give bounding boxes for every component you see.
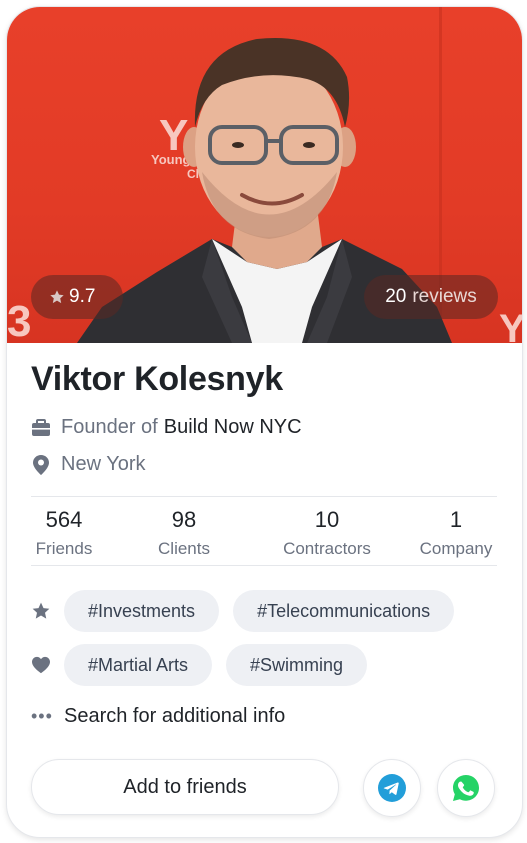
- star-icon: [50, 290, 64, 304]
- professional-interests-row: #Investments #Telecommunications: [31, 590, 468, 632]
- stat-label: Contractors: [283, 539, 371, 558]
- stat-label: Friends: [35, 539, 93, 558]
- interest-tag[interactable]: #Martial Arts: [64, 644, 213, 686]
- reviews-badge[interactable]: 20 reviews: [364, 275, 498, 319]
- search-more-info[interactable]: ••• Search for additional info: [31, 705, 285, 728]
- location-pin-icon: [31, 454, 51, 475]
- briefcase-icon: [31, 418, 51, 438]
- rating-badge: 9.7: [31, 275, 123, 319]
- heart-icon: [31, 655, 51, 675]
- location-text: New York: [61, 453, 146, 475]
- profile-card: Y Young Cl 3 Y: [6, 6, 523, 838]
- stat-label: Company: [419, 539, 493, 558]
- telegram-icon: [378, 774, 406, 802]
- telegram-button[interactable]: [363, 759, 421, 817]
- personal-interests-row: #Martial Arts #Swimming: [31, 644, 381, 686]
- profile-photo: Y Young Cl 3 Y: [7, 7, 522, 343]
- job-prefix: Founder of: [61, 416, 158, 438]
- stat-value: 98: [171, 507, 197, 532]
- interest-tag[interactable]: #Swimming: [226, 644, 368, 686]
- whatsapp-icon: [453, 775, 479, 801]
- stat-value: 1: [449, 507, 463, 532]
- whatsapp-button[interactable]: [437, 759, 495, 817]
- stat-clients[interactable]: 98 Clients: [151, 507, 217, 559]
- stat-value: 10: [314, 507, 340, 532]
- add-to-friends-button[interactable]: Add to friends: [31, 759, 339, 815]
- company-link[interactable]: Build Now NYC: [164, 416, 302, 439]
- interest-tag[interactable]: #Telecommunications: [233, 590, 455, 632]
- reviews-count: 20: [385, 286, 407, 307]
- job-row: Founder of Build Now NYC: [31, 416, 302, 439]
- stat-contractors[interactable]: 10 Contractors: [275, 507, 379, 559]
- profile-name: Viktor Kolesnyk: [31, 360, 283, 398]
- rating-value: 9.7: [69, 286, 96, 307]
- interest-tag[interactable]: #Investments: [64, 590, 220, 632]
- star-icon: [31, 601, 51, 621]
- divider-bottom: [31, 565, 497, 566]
- stats-row: 564 Friends 98 Clients 10 Contractors 1 …: [31, 507, 497, 563]
- divider-top: [31, 496, 497, 497]
- stat-company[interactable]: 1 Company: [415, 507, 497, 559]
- search-more-label: Search for additional info: [64, 705, 286, 727]
- stat-label: Clients: [158, 539, 210, 558]
- more-dots-icon: •••: [31, 706, 53, 726]
- stat-value: 564: [45, 507, 83, 532]
- reviews-label: reviews: [412, 286, 477, 307]
- location-row: New York: [31, 453, 146, 476]
- stat-friends[interactable]: 564 Friends: [31, 507, 97, 559]
